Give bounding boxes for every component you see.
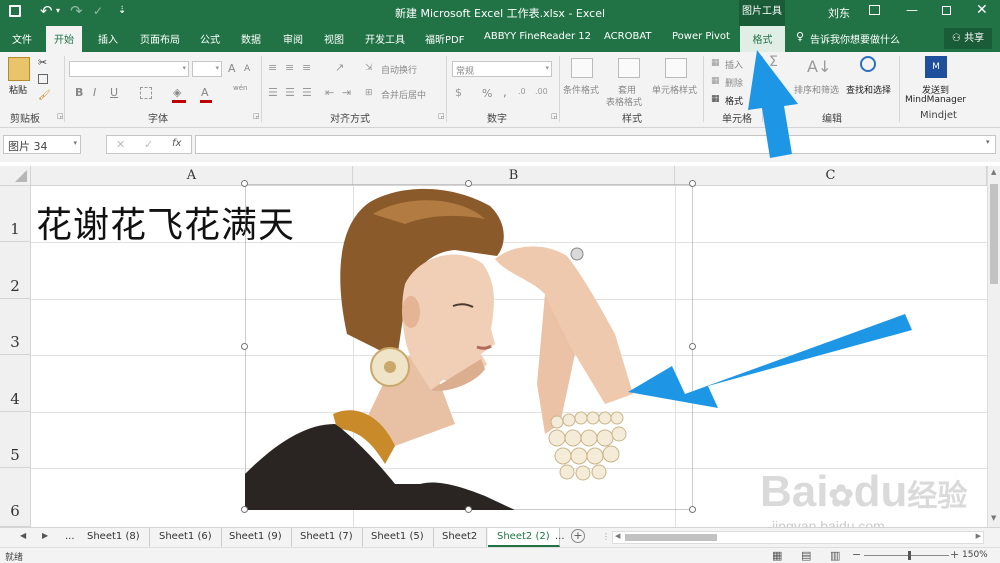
sheet-tab[interactable]: Sheet1 (5) — [362, 528, 434, 547]
zoom-slider-thumb[interactable] — [908, 551, 911, 560]
status-bar: 就绪 ▦ ▤ ▥ − + 150% — [0, 547, 1000, 563]
sheet-tab[interactable]: Sheet1 (6) — [150, 528, 222, 547]
zoom-out-icon[interactable]: − — [852, 548, 861, 561]
sheet-tab[interactable]: Sheet1 (7) — [291, 528, 363, 547]
page-layout-view-icon[interactable]: ▤ — [801, 549, 811, 562]
scroll-right-icon[interactable]: ▶ — [976, 532, 981, 540]
sheet-tab-bar: ◀ ▶ ... Sheet1 (8) Sheet1 (6) Sheet1 (9)… — [0, 527, 1000, 547]
next-sheet-icon[interactable]: ▶ — [42, 531, 48, 540]
horizontal-scrollbar[interactable]: ◀ ▶ — [612, 531, 984, 544]
zoom-slider[interactable] — [864, 555, 949, 556]
annotation-arrow-top — [748, 50, 798, 158]
sheet-overflow-right[interactable]: ... — [546, 528, 574, 547]
status-mode: 就绪 — [5, 553, 24, 563]
sheet-tab[interactable]: Sheet2 — [433, 528, 488, 547]
split-handle-icon[interactable]: ⋮ — [602, 532, 610, 541]
page-break-view-icon[interactable]: ▥ — [830, 549, 840, 562]
horizontal-scroll-thumb[interactable] — [625, 534, 717, 541]
scroll-left-icon[interactable]: ◀ — [615, 532, 620, 540]
new-sheet-button[interactable]: + — [571, 529, 585, 543]
arrow-to-format-tab — [748, 50, 798, 158]
annotation-arrows — [628, 314, 912, 408]
zoom-level[interactable]: 150% — [962, 550, 988, 560]
arrow-to-picture — [628, 314, 912, 408]
worksheet-grid: A B C 1 2 3 4 5 6 花谢花飞花满天 ▲ ▼ Bai✿du经验 j… — [0, 162, 1000, 534]
sheet-tab[interactable]: Sheet1 (8) — [78, 528, 150, 547]
sheet-tab[interactable]: Sheet1 (9) — [220, 528, 292, 547]
prev-sheet-icon[interactable]: ◀ — [20, 531, 26, 540]
normal-view-icon[interactable]: ▦ — [772, 549, 782, 562]
zoom-in-icon[interactable]: + — [950, 548, 959, 561]
